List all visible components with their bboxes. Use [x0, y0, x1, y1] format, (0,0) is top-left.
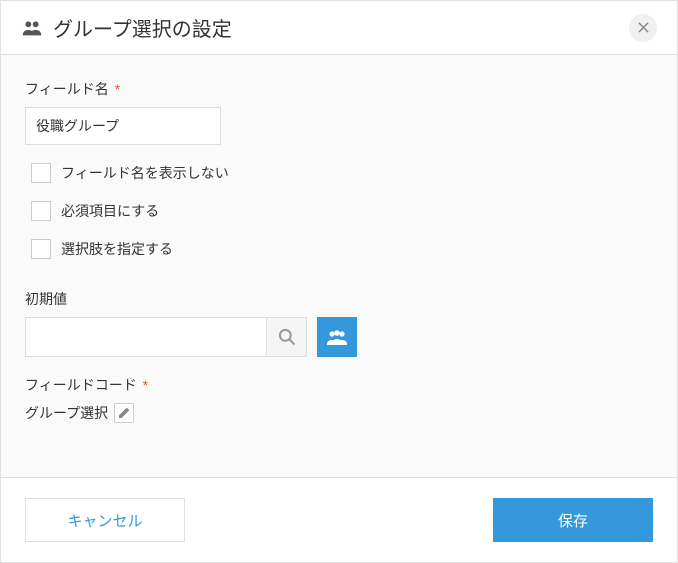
default-value-label: 初期値	[25, 289, 653, 309]
hide-field-name-label: フィールド名を表示しない	[61, 163, 229, 183]
close-button[interactable]	[629, 14, 657, 42]
default-search-button[interactable]	[266, 318, 306, 356]
default-search-input[interactable]	[26, 318, 266, 356]
default-value-controls	[25, 317, 653, 357]
required-field-row: 必須項目にする	[31, 201, 653, 221]
pencil-icon	[118, 407, 130, 419]
field-name-input[interactable]	[25, 107, 221, 145]
required-indicator-2: *	[143, 377, 148, 393]
search-icon	[277, 327, 297, 347]
group-icon	[21, 17, 43, 39]
field-code-row: グループ選択	[25, 403, 653, 423]
group-picker-button[interactable]	[317, 317, 357, 357]
field-code-label-text: フィールドコード	[25, 377, 137, 393]
dialog-body: フィールド名 * フィールド名を表示しない 必須項目にする 選択肢を指定する 初…	[1, 55, 677, 477]
cancel-button[interactable]: キャンセル	[25, 498, 185, 542]
field-name-label-text: フィールド名	[25, 81, 109, 97]
group-picker-icon	[325, 325, 349, 349]
hide-field-name-row: フィールド名を表示しない	[31, 163, 653, 183]
field-code-label: フィールドコード *	[25, 375, 653, 395]
dialog-title: グループ選択の設定	[53, 13, 232, 42]
field-name-label: フィールド名 *	[25, 79, 653, 99]
save-button[interactable]: 保存	[493, 498, 653, 542]
close-icon	[638, 22, 649, 33]
specify-options-label: 選択肢を指定する	[61, 239, 173, 259]
required-field-label: 必須項目にする	[61, 201, 159, 221]
default-search-wrap	[25, 317, 307, 357]
header-title-group: グループ選択の設定	[21, 13, 232, 42]
field-name-section: フィールド名 *	[25, 79, 653, 145]
dialog-footer: キャンセル 保存	[1, 477, 677, 562]
dialog-header: グループ選択の設定	[1, 1, 677, 55]
field-code-value: グループ選択	[25, 403, 108, 423]
edit-field-code-button[interactable]	[114, 403, 134, 423]
default-value-section: 初期値	[25, 289, 653, 357]
group-select-settings-dialog: グループ選択の設定 フィールド名 * フィールド名を表示しない 必	[0, 0, 678, 563]
specify-options-row: 選択肢を指定する	[31, 239, 653, 259]
hide-field-name-checkbox[interactable]	[31, 163, 51, 183]
required-field-checkbox[interactable]	[31, 201, 51, 221]
field-code-section: フィールドコード * グループ選択	[25, 375, 653, 423]
specify-options-checkbox[interactable]	[31, 239, 51, 259]
required-indicator: *	[115, 81, 120, 97]
